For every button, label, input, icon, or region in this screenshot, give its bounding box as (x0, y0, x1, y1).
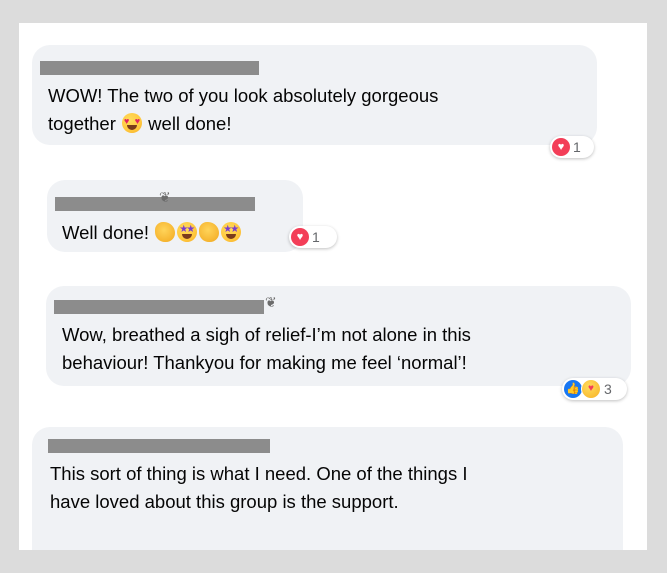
star-struck-emoji-icon: ★ ★ (177, 222, 198, 242)
redacted-author-name (40, 61, 259, 75)
comment-line: well done! (148, 113, 232, 134)
reaction-count: 3 (604, 381, 612, 397)
comment-text: Wow, breathed a sigh of relief-I’m not a… (62, 321, 471, 377)
comments-panel: WOW! The two of you look absolutely gorg… (19, 23, 647, 550)
comment-line: Well done! (62, 222, 150, 243)
reaction-summary[interactable]: ♥ 1 (550, 136, 594, 158)
love-reaction-icon: ♥ (552, 138, 570, 156)
comment-line: together (48, 113, 116, 134)
comment-text: Well done! ★ ★ ★ ★ (62, 219, 242, 247)
heart-eyes-emoji-icon: ♥ ♥ (122, 113, 143, 133)
like-reaction-icon: 👍 (564, 380, 582, 398)
reaction-count: 1 (573, 139, 581, 155)
star-struck-emoji-icon: ★ ★ (221, 222, 242, 242)
redacted-author-name (54, 300, 264, 314)
sprout-icon: ❦ (159, 189, 171, 205)
comment-text: This sort of thing is what I need. One o… (50, 460, 468, 516)
reaction-count: 1 (312, 229, 320, 245)
reaction-summary[interactable]: 👍 ♥ 3 (562, 378, 627, 400)
redacted-author-name (55, 197, 255, 211)
comment-line: WOW! The two of you look absolutely gorg… (48, 85, 439, 106)
sprout-icon: ❦ (265, 294, 277, 310)
love-reaction-icon: ♥ (291, 228, 309, 246)
comment-line: have loved about this group is the suppo… (50, 491, 399, 512)
clapping-hands-emoji-icon (199, 222, 220, 242)
care-reaction-icon: ♥ (581, 379, 601, 399)
comment-line: behaviour! Thankyou for making me feel ‘… (62, 352, 467, 373)
reaction-summary[interactable]: ♥ 1 (289, 226, 337, 248)
comment-line: This sort of thing is what I need. One o… (50, 463, 468, 484)
comment-text: WOW! The two of you look absolutely gorg… (48, 82, 438, 138)
redacted-author-name (48, 439, 270, 453)
clapping-hands-emoji-icon (155, 222, 176, 242)
comment-line: Wow, breathed a sigh of relief-I’m not a… (62, 324, 471, 345)
